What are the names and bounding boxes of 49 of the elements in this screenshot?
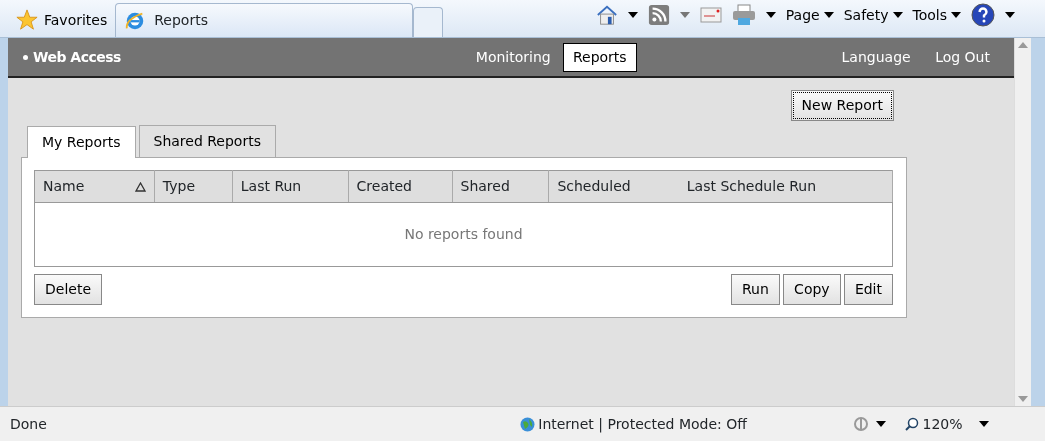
- nav-tab[interactable]: Monitoring: [466, 42, 560, 72]
- dropdown-arrow-icon: [679, 12, 690, 18]
- home-icon[interactable]: [595, 4, 618, 26]
- dropdown-arrow-icon: [951, 12, 961, 18]
- dropdown-arrow-icon[interactable]: [979, 421, 989, 427]
- command-menu[interactable]: Safety: [843, 4, 903, 26]
- command-menu[interactable]: Page: [785, 4, 834, 26]
- dropdown-arrow-icon: [1005, 12, 1015, 18]
- star-icon: [16, 9, 38, 31]
- column-header[interactable]: Scheduled: [548, 170, 679, 203]
- column-header[interactable]: Type: [154, 170, 233, 203]
- scroll-down-icon[interactable]: [1018, 396, 1028, 402]
- dropdown-arrow-icon: [765, 12, 776, 18]
- action-button[interactable]: Run: [731, 273, 780, 305]
- popup-blocker-icon[interactable]: [853, 416, 870, 432]
- report-tab[interactable]: My Reports: [27, 126, 136, 158]
- command-menu[interactable]: Tools: [912, 4, 961, 26]
- nav-tab[interactable]: Reports: [562, 42, 637, 72]
- column-header[interactable]: Created: [348, 170, 452, 203]
- dropdown-arrow-icon[interactable]: [875, 421, 886, 427]
- header-link[interactable]: Language: [832, 43, 920, 71]
- action-button[interactable]: Edit: [843, 273, 893, 305]
- new-tab-button[interactable]: [413, 7, 444, 37]
- column-header[interactable]: Shared: [452, 170, 549, 203]
- security-zone[interactable]: Internet | Protected Mode: Off: [538, 413, 854, 435]
- zoom-level[interactable]: 120%: [922, 413, 973, 435]
- globe-icon: [520, 416, 535, 432]
- printer-icon[interactable]: [731, 4, 756, 26]
- action-button[interactable]: Copy: [783, 273, 841, 305]
- header-link[interactable]: Log Out: [926, 43, 999, 71]
- action-button[interactable]: Delete: [34, 273, 102, 305]
- zoom-icon: [905, 417, 920, 431]
- help-icon[interactable]: [971, 3, 995, 27]
- new-report-button[interactable]: New Report: [790, 90, 894, 121]
- status-text: Done: [10, 414, 48, 434]
- favorites-button[interactable]: Favorites: [8, 3, 116, 37]
- column-header[interactable]: Name: [34, 170, 155, 203]
- column-header[interactable]: Last Run: [232, 170, 349, 203]
- browser-tab[interactable]: Reports: [115, 3, 414, 37]
- dropdown-arrow-icon: [892, 12, 903, 18]
- scroll-up-icon[interactable]: [1018, 42, 1028, 48]
- empty-message: No reports found: [34, 202, 893, 267]
- dropdown-arrow-icon: [627, 12, 638, 18]
- report-tab[interactable]: Shared Reports: [138, 125, 276, 157]
- rss-feed-icon[interactable]: [647, 4, 670, 26]
- mail-icon[interactable]: [699, 7, 722, 23]
- column-header[interactable]: Last Schedule Run: [678, 170, 893, 203]
- brand-logo: Web Access: [23, 46, 121, 68]
- dropdown-arrow-icon: [823, 12, 834, 18]
